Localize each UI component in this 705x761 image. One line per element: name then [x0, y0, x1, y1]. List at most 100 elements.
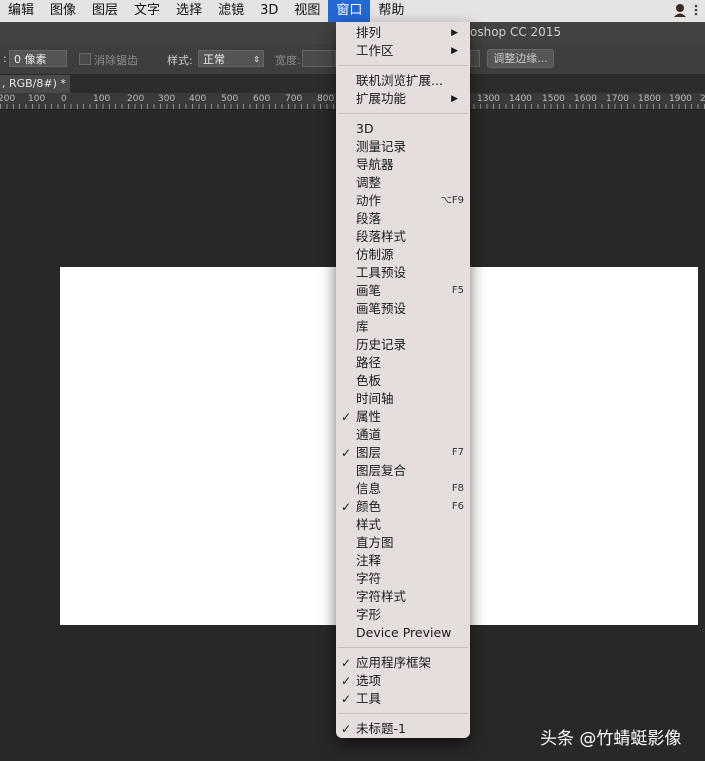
menu-item-label: 排列: [356, 25, 382, 40]
window-menu-item[interactable]: ✓ 工具: [336, 690, 470, 708]
window-menu-item[interactable]: 扩展功能 ▶: [336, 90, 470, 108]
menu-item-label: 时间轴: [356, 391, 394, 406]
window-menu-item[interactable]: 路径: [336, 354, 470, 372]
menu-4[interactable]: 文字: [126, 0, 168, 22]
window-menu-item[interactable]: 段落: [336, 210, 470, 228]
window-menu-item[interactable]: 排列 ▶: [336, 24, 470, 42]
checkmark-icon: ✓: [341, 410, 352, 424]
window-menu-item[interactable]: 历史记录: [336, 336, 470, 354]
style-select[interactable]: 正常 ⇕: [198, 50, 264, 67]
window-menu-item[interactable]: 导航器: [336, 156, 470, 174]
menu-item-label: 路径: [356, 355, 382, 370]
window-menu-item[interactable]: 通道: [336, 426, 470, 444]
ruler-label: 400: [189, 94, 207, 104]
window-menu-item[interactable]: 调整: [336, 174, 470, 192]
user-avatar-icon[interactable]: [673, 3, 687, 17]
antialias-label: 消除锯齿: [94, 54, 138, 67]
height-input[interactable]: [470, 50, 480, 67]
ruler-label: 700: [285, 94, 303, 104]
window-menu-item[interactable]: ✓ 未标题-1: [336, 720, 470, 738]
checkmark-icon: ✓: [341, 722, 352, 736]
feather-label: :: [3, 52, 7, 65]
ruler-label: 100: [28, 94, 46, 104]
feather-input[interactable]: 0 像素: [9, 50, 67, 67]
window-menu-item[interactable]: 联机浏览扩展...: [336, 72, 470, 90]
window-menu-item[interactable]: 工作区 ▶: [336, 42, 470, 60]
menu-separator: [338, 65, 468, 66]
window-menu-item[interactable]: 画笔 F5: [336, 282, 470, 300]
menu-item-shortcut: F7: [451, 447, 464, 458]
window-menu-item[interactable]: 时间轴: [336, 390, 470, 408]
menu-6[interactable]: 滤镜: [210, 0, 252, 22]
window-menu-item[interactable]: 仿制源: [336, 246, 470, 264]
refine-edge-button[interactable]: 调整边缘...: [487, 49, 554, 68]
window-menu-item[interactable]: 样式: [336, 516, 470, 534]
window-menu-item[interactable]: 直方图: [336, 534, 470, 552]
menu-item-label: 段落样式: [356, 229, 407, 244]
document-tab[interactable]: , RGB/8#) *: [0, 75, 70, 93]
window-menu-item[interactable]: 测量记录: [336, 138, 470, 156]
window-menu-item[interactable]: 动作 ⌥F9: [336, 192, 470, 210]
menu-item-label: 仿制源: [356, 247, 394, 262]
window-menu-item[interactable]: ✓ 图层 F7: [336, 444, 470, 462]
window-menu-item[interactable]: 工具预设: [336, 264, 470, 282]
menu-item-label: 扩展功能: [356, 91, 407, 106]
menu-5[interactable]: 选择: [168, 0, 210, 22]
menu-item-shortcut: F5: [451, 285, 464, 296]
menu-1[interactable]: 编辑: [0, 0, 42, 22]
ruler-label: 1700: [606, 94, 629, 104]
window-menu-item[interactable]: 图层复合: [336, 462, 470, 480]
window-menu-item[interactable]: 画笔预设: [336, 300, 470, 318]
window-menu-item[interactable]: 3D: [336, 120, 470, 138]
ruler-label: 1800: [638, 94, 661, 104]
select-arrows-icon: ⇕: [253, 55, 260, 64]
window-menu-item[interactable]: 字符: [336, 570, 470, 588]
checkmark-icon: ✓: [341, 692, 352, 706]
width-label: 宽度:: [275, 54, 301, 67]
window-menu-item[interactable]: 库: [336, 318, 470, 336]
window-menu-item[interactable]: ✓ 选项: [336, 672, 470, 690]
menu-3[interactable]: 图层: [84, 0, 126, 22]
window-menu-item[interactable]: 字形: [336, 606, 470, 624]
window-menu-item[interactable]: Device Preview: [336, 624, 470, 642]
window-menu-item[interactable]: 注释: [336, 552, 470, 570]
menu-item-label: 应用程序框架: [356, 655, 432, 670]
menu-item-label: 色板: [356, 373, 382, 388]
window-menu-dropdown: 排列 ▶ 工作区 ▶ 联机浏览扩展... 扩展功能 ▶ 3D 测量记录 导航器 调整 动作 ⌥F9 段落段…: [336, 22, 470, 738]
menu-item-label: 未标题-1: [356, 721, 406, 736]
mac-menubar: 编辑 图像 图层 文字 选择 滤镜 3D 视图 窗口 帮助: [0, 0, 705, 22]
window-menu-item[interactable]: ✓ 属性: [336, 408, 470, 426]
ruler-label: 100: [93, 94, 111, 104]
window-menu-item[interactable]: 段落样式: [336, 228, 470, 246]
menu-item-label: 历史记录: [356, 337, 407, 352]
window-menu-item[interactable]: ✓ 应用程序框架: [336, 654, 470, 672]
menubar-overflow-icon[interactable]: [693, 3, 699, 17]
menu-8[interactable]: 视图: [286, 0, 328, 22]
antialias-checkbox[interactable]: [79, 53, 91, 65]
window-menu-item[interactable]: 信息 F8: [336, 480, 470, 498]
menu-item-label: 图层: [356, 445, 382, 460]
menu-10[interactable]: 帮助: [370, 0, 412, 22]
menu-item-label: 3D: [356, 121, 374, 136]
menu-9[interactable]: 窗口: [328, 0, 371, 22]
watermark: 头条 @竹蜻蜓影像: [540, 729, 682, 749]
menu-item-label: 字符: [356, 571, 382, 586]
ruler-label: 1500: [542, 94, 565, 104]
width-input[interactable]: [302, 50, 336, 67]
menu-item-label: 段落: [356, 211, 382, 226]
menu-item-label: 注释: [356, 553, 382, 568]
window-title: oshop CC 2015: [470, 25, 562, 39]
menu-item-label: 动作: [356, 193, 382, 208]
menubar-status-icons: [673, 3, 699, 17]
menu-item-label: 直方图: [356, 535, 394, 550]
menu-2[interactable]: 图像: [42, 0, 84, 22]
menu-item-label: 信息: [356, 481, 382, 496]
ruler-label: 200: [0, 94, 16, 104]
menu-7[interactable]: 3D: [252, 0, 286, 22]
window-menu-item[interactable]: 字符样式: [336, 588, 470, 606]
checkmark-icon: ✓: [341, 656, 352, 670]
menu-item-label: 画笔预设: [356, 301, 407, 316]
window-menu-item[interactable]: 色板: [336, 372, 470, 390]
menu-item-label: 库: [356, 319, 369, 334]
window-menu-item[interactable]: ✓ 颜色 F6: [336, 498, 470, 516]
